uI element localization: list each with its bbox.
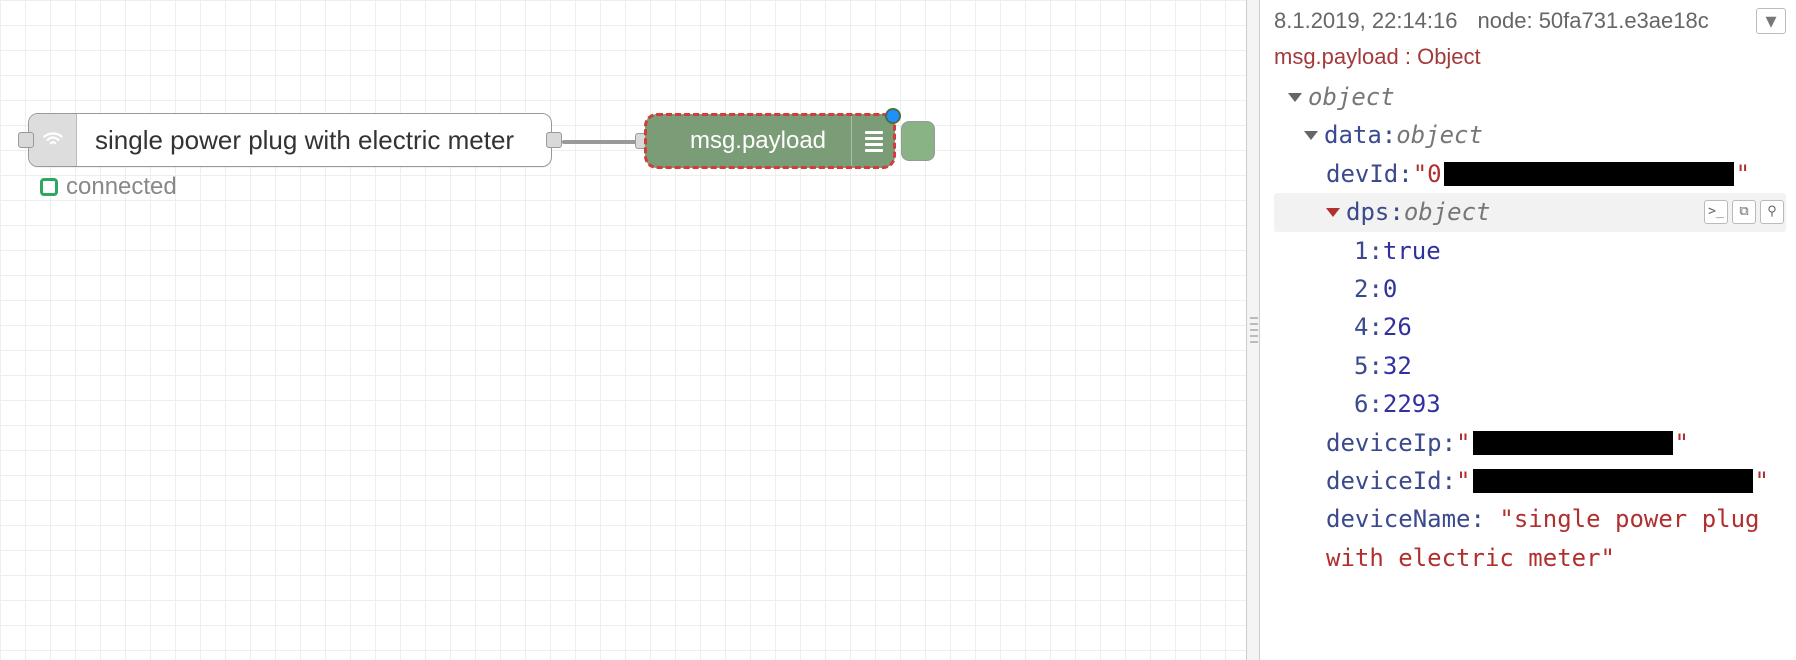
node-debug[interactable]: msg.payload: [645, 114, 895, 168]
debug-sidebar: 8.1.2019, 22:14:16 node: 50fa731.e3ae18c…: [1260, 0, 1796, 660]
grip-icon: [1250, 317, 1258, 347]
tree-value: 32: [1383, 347, 1412, 385]
debug-message-menu-button[interactable]: ▾: [1756, 8, 1786, 34]
unsaved-indicator-icon: [885, 108, 901, 124]
tree-row-deviceid[interactable]: deviceId: " ": [1274, 462, 1786, 500]
tree-value: true: [1383, 232, 1441, 270]
tree-key: 2: [1354, 270, 1368, 308]
debug-tree[interactable]: object data: object devId: "0 " dps: obj…: [1274, 78, 1786, 577]
node-debug-label: msg.payload: [645, 127, 851, 155]
tree-row-data[interactable]: data: object: [1274, 116, 1786, 154]
node-wire: [562, 140, 645, 144]
node-source[interactable]: single power plug with electric meter co…: [28, 113, 552, 167]
debug-msg-path: msg.payload : Object: [1274, 44, 1786, 70]
tree-row-root[interactable]: object: [1274, 78, 1786, 116]
tree-row-dps-4[interactable]: 4: 26: [1274, 308, 1786, 346]
caret-down-icon[interactable]: [1304, 131, 1318, 140]
type-label: object: [1396, 116, 1483, 154]
type-label: object: [1404, 193, 1491, 231]
tree-key: deviceName: [1326, 505, 1471, 533]
type-label: object: [1308, 78, 1395, 116]
copy-path-button[interactable]: >_: [1704, 200, 1728, 224]
debug-node-prefix: node:: [1478, 8, 1533, 33]
pin-button[interactable]: ⚲: [1760, 200, 1784, 224]
caret-down-icon[interactable]: [1288, 93, 1302, 102]
status-text: connected: [66, 173, 177, 201]
tree-key: 1: [1354, 232, 1368, 270]
redacted-span: [1473, 469, 1753, 493]
node-output-port[interactable]: [546, 132, 562, 148]
redacted-span: [1444, 162, 1734, 186]
debug-message-header: 8.1.2019, 22:14:16 node: 50fa731.e3ae18c…: [1274, 8, 1786, 34]
flow-canvas[interactable]: single power plug with electric meter co…: [0, 0, 1246, 660]
tree-row-dps-1[interactable]: 1: true: [1274, 232, 1786, 270]
tree-key: deviceIp: [1326, 424, 1442, 462]
debug-node-id[interactable]: 50fa731.e3ae18c: [1539, 8, 1709, 33]
status-indicator-icon: [40, 178, 58, 196]
wireless-icon: [29, 114, 77, 166]
caret-down-icon[interactable]: [1326, 208, 1340, 217]
tree-row-devicename[interactable]: deviceName: "single power plug with elec…: [1274, 500, 1786, 577]
tree-value: "0: [1413, 155, 1442, 193]
tree-key: 5: [1354, 347, 1368, 385]
sidebar-resize-handle[interactable]: [1246, 0, 1260, 660]
tree-row-dps-2[interactable]: 2: 0: [1274, 270, 1786, 308]
tree-key: devId: [1326, 155, 1398, 193]
redacted-span: [1473, 431, 1673, 455]
tree-row-deviceip[interactable]: deviceIp: " ": [1274, 424, 1786, 462]
node-source-label: single power plug with electric meter: [77, 125, 532, 156]
tree-key: dps: [1346, 193, 1389, 231]
row-tool-buttons: >_ ⧉ ⚲: [1704, 200, 1784, 224]
tree-row-devid[interactable]: devId: "0 ": [1274, 155, 1786, 193]
node-status: connected: [40, 173, 177, 201]
tree-key: data: [1324, 116, 1382, 154]
copy-value-button[interactable]: ⧉: [1732, 200, 1756, 224]
tree-value: 26: [1383, 308, 1412, 346]
tree-row-dps-5[interactable]: 5: 32: [1274, 347, 1786, 385]
tree-value: 0: [1383, 270, 1397, 308]
tree-key: deviceId: [1326, 462, 1442, 500]
tree-row-dps-6[interactable]: 6: 2293: [1274, 385, 1786, 423]
tree-row-dps[interactable]: dps: object >_ ⧉ ⚲: [1274, 193, 1786, 231]
debug-toggle-button[interactable]: [901, 121, 935, 161]
tree-value: 2293: [1383, 385, 1441, 423]
tree-key: 4: [1354, 308, 1368, 346]
tree-key: 6: [1354, 385, 1368, 423]
debug-timestamp: 8.1.2019, 22:14:16: [1274, 8, 1458, 34]
chevron-down-icon: ▾: [1765, 8, 1776, 34]
node-input-port[interactable]: [18, 132, 34, 148]
